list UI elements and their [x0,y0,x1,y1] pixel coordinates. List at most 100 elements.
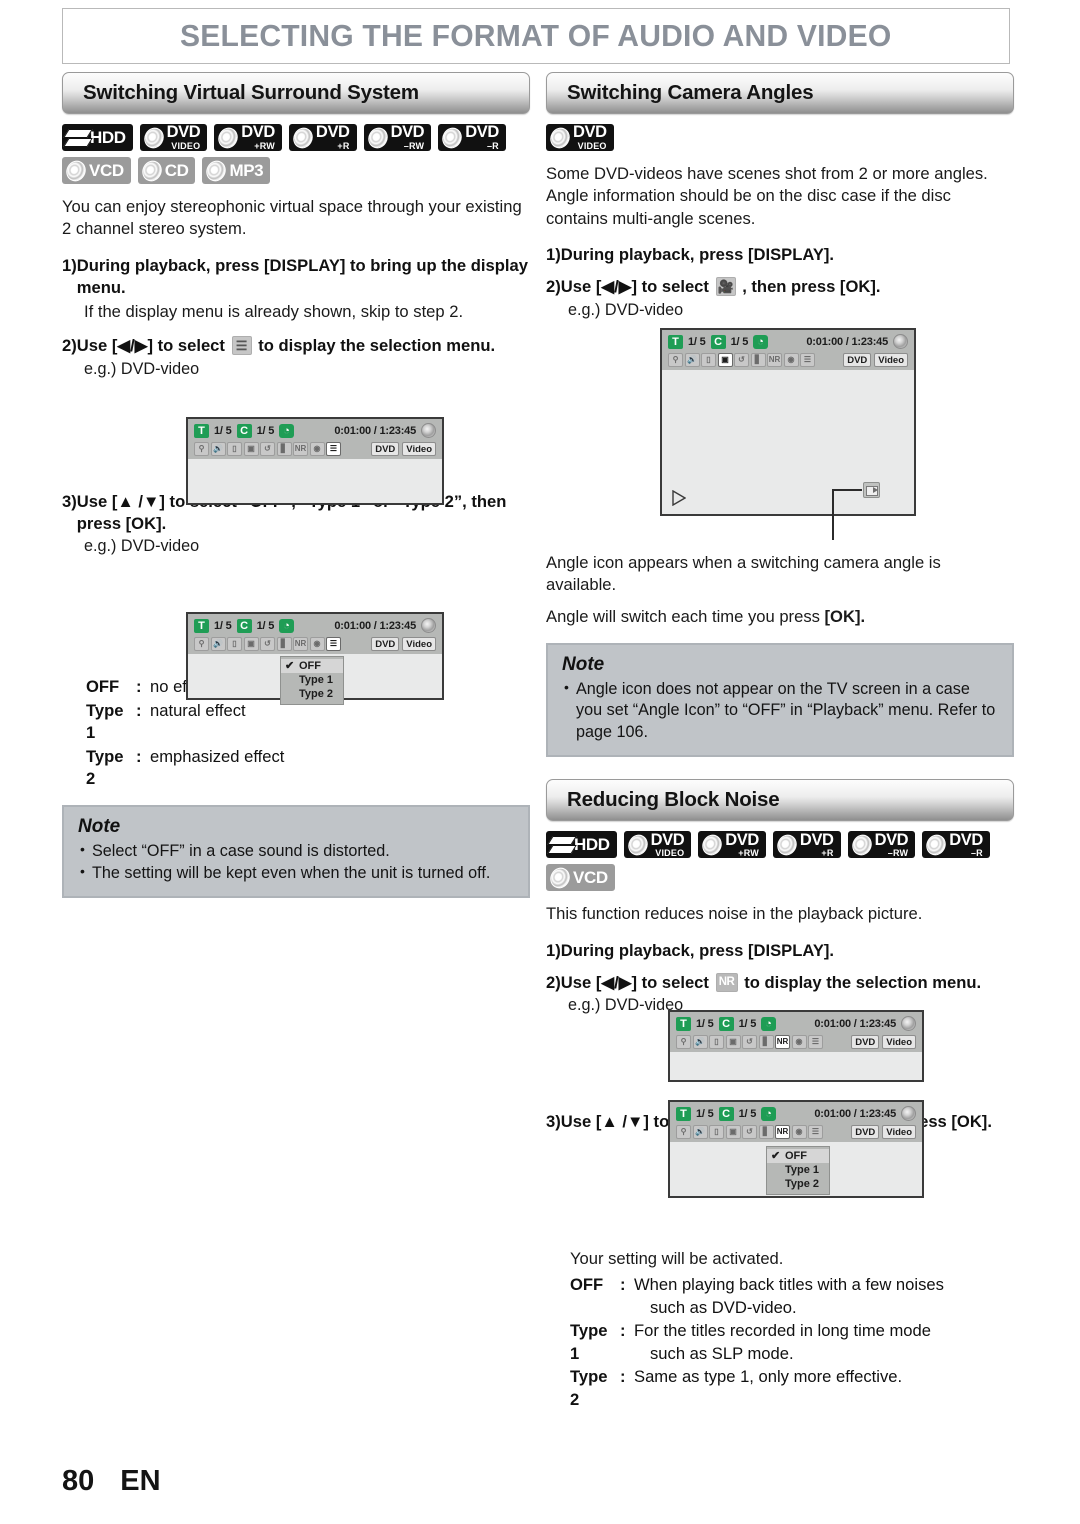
disc-icon [142,124,166,151]
page-title: SELECTING THE FORMAT OF AUDIO AND VIDEO [180,18,892,53]
disc-icon [64,157,88,184]
disc-icon [365,124,390,151]
step-text-a: Use [◀/▶] to select [560,973,709,993]
disc-icon [140,157,164,184]
surround-intro: You can enjoy stereophonic virtual space… [62,197,522,239]
def-colon: : [620,1321,626,1341]
note-box-surround: Note Select “OFF” in a case sound is dis… [62,805,530,899]
badge-dvd-plus-rw: DVD +RW [698,831,766,859]
subtitle-icon: ▯ [709,1125,724,1139]
step-number: 1) [62,255,77,275]
badge-label: DVD [166,123,201,142]
badge-sublabel: VIDEO [655,848,685,859]
disc-indicator-icon [901,1106,916,1121]
media-badges-surround: HDD DVD VIDEO DVD +RW DVD +R DVD –RW DVD –R [62,124,530,184]
menu-item-off[interactable]: ✔ OFF [281,659,344,673]
menu-item-type1[interactable]: Type 1 [767,1163,829,1177]
blocknoise-step-1: 1) During playback, press [DISPLAY]. [546,940,1014,962]
disc-indicator-icon [421,423,436,438]
disc-icon [204,157,229,184]
heading-text: Reducing Block Noise [567,788,780,812]
search-icon: ⚲ [676,1035,691,1049]
repeat-icon: ↺ [742,1125,757,1139]
step-text: During playback, press [DISPLAY] to brin… [76,255,528,298]
search-icon: ⚲ [194,442,209,456]
def-row-off: OFF : When playing back titles with a fe… [546,1274,1014,1319]
def-row-type2: Type 2 : emphasized effect [62,746,530,791]
surround-step-1-sub: If the display menu is already shown, sk… [84,302,464,322]
menu-item-label: Type 2 [299,688,334,700]
badge-dvd-video: DVD VIDEO [139,123,208,151]
angles-step-1: 1) During playback, press [DISPLAY]. [546,244,1014,266]
menu-item-label: Type 1 [299,674,334,686]
badge-cd: CD [137,157,196,184]
osd-screen-blocknoise-2: T 1/ 5 C 1/ 5 ◔ 0:01:00 / 1:23:45 ⚲ 🔊 ▯ … [668,1100,924,1198]
osd-status-bar: T 1/ 5 C 1/ 5 ◔ 0:01:00 / 1:23:45 ⚲ 🔊 ▯ … [670,1102,922,1142]
noise-reduction-icon: NR [775,1125,790,1139]
badge-vcd: VCD [546,864,615,892]
repeat-icon: ↺ [260,442,275,456]
subtitle-icon: ▯ [227,637,242,651]
language-code: EN [120,1465,161,1497]
chapter-number: 1/ 5 [738,1017,757,1030]
blocknoise-intro: This function reduces noise in the playb… [546,904,923,924]
menu-item-label: Type 2 [785,1178,820,1190]
title-number: 1/ 5 [696,1107,714,1120]
menu-item-type1[interactable]: Type 1 [281,673,343,687]
hdd-icon [66,128,88,147]
osd-status-bar: T 1/ 5 C 1/ 5 ◔ 0:01:00 / 1:23:45 ⚲ 🔊 ▯ … [188,419,442,459]
clock-badge: ◔ [761,1016,777,1031]
osd-row-primary: T 1/ 5 C 1/ 5 ◔ 0:01:00 / 1:23:45 [676,1015,916,1032]
osd-row-icons: ⚲ 🔊 ▯ ▣ ↺ ▋ NR ◉ ☰ DVD Video [676,1124,916,1140]
menu-item-off[interactable]: ✔ OFF [767,1149,830,1163]
def-value-cont: such as SLP mode. [650,1343,794,1363]
badge-dvd-minus-r: DVD –R [438,124,506,151]
right-column: Switching Camera Angles DVD VIDEO Some DV… [546,72,1014,1412]
time-display: 0:01:00 / 1:23:45 [814,1017,896,1030]
surround-option-menu[interactable]: ✔ OFF Type 1 Type 2 [280,656,345,705]
angles-after-2-b: [OK]. [824,607,866,627]
surround-eg-1: e.g.) DVD-video [84,359,200,378]
time-display: 0:01:00 / 1:23:45 [814,1107,896,1120]
menu-item-type2[interactable]: Type 2 [281,687,343,701]
marker-icon: ▋ [750,353,766,367]
def-colon: : [136,746,142,766]
check-icon: ✔ [771,1150,781,1162]
angle-icon: ▣ [243,442,259,456]
media-badges-blocknoise: HDD DVD VIDEO DVD +RW DVD +R DVD –RW DVD –R [546,830,1014,892]
surround-step-2: 2) Use [◀/▶] to select ☰ to display the … [62,335,530,357]
subtitle-icon: ▯ [709,1035,724,1049]
def-value: natural effect [150,700,246,720]
disc-indicator-icon [893,334,908,349]
page-title-bar: SELECTING THE FORMAT OF AUDIO AND VIDEO [62,8,1010,64]
audio-icon: 🔊 [692,1035,708,1049]
def-colon: : [620,1274,626,1294]
virtual-surround-icon: ☰ [808,1125,823,1139]
blocknoise-activated: Your setting will be activated. [570,1248,784,1268]
clock-badge: ◔ [279,423,295,438]
disc-icon [924,832,948,858]
title-badge: T [676,1106,691,1121]
note-item: The setting will be kept even when the u… [78,862,514,885]
virtual-surround-icon: ☰ [326,637,341,651]
badge-mp3: MP3 [202,157,271,184]
heading-text: Switching Virtual Surround System [83,81,419,104]
angles-intro: Some DVD-videos have scenes shot from 2 … [546,164,988,228]
badge-label: DVD [874,830,909,849]
badge-label: CD [164,161,189,180]
def-value: emphasized effect [150,746,285,766]
angles-after-2: Angle will switch each time you press [O… [546,606,1014,628]
repeat-icon: ↺ [260,637,275,651]
step-text-b: to display the selection menu. [258,336,496,356]
marker-icon: ▋ [276,637,292,651]
noise-reduction-icon: NR [767,353,782,367]
badge-label: DVD [573,123,607,142]
menu-item-type2[interactable]: Type 2 [767,1177,829,1191]
badge-label: HDD [574,835,610,855]
badge-sublabel: VIDEO [577,140,607,151]
note-box-angles: Note Angle icon does not appear on the T… [546,642,1014,758]
badge-label: DVD [650,830,685,849]
disc-icon [626,832,650,858]
step-number: 3) [62,491,77,511]
blocknoise-option-menu[interactable]: ✔ OFF Type 1 Type 2 [766,1146,831,1195]
